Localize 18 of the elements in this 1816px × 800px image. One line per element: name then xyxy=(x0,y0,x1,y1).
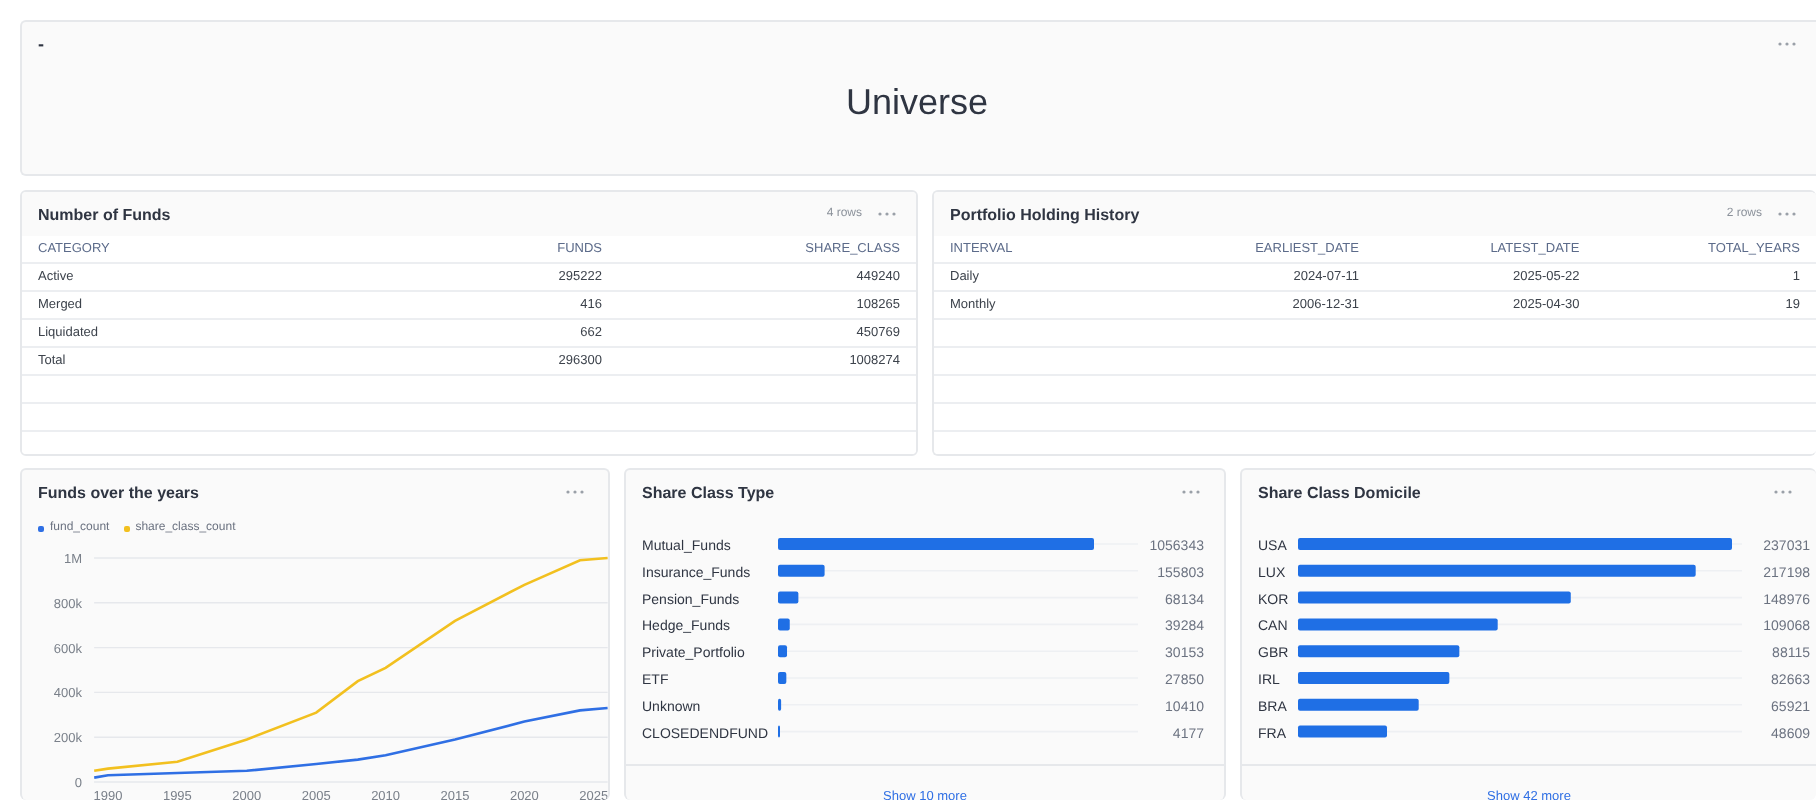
card-title: Share Class Domicile xyxy=(1258,483,1421,501)
card-title: Number of Funds xyxy=(38,205,171,223)
bar[interactable] xyxy=(1298,725,1387,738)
bar[interactable] xyxy=(1298,645,1460,658)
bar[interactable] xyxy=(778,591,799,604)
card-title: Share Class Type xyxy=(642,483,775,501)
bar[interactable] xyxy=(778,645,787,658)
header-label: - xyxy=(38,35,44,53)
bar[interactable] xyxy=(778,564,825,577)
bar[interactable] xyxy=(1298,564,1696,577)
bar[interactable] xyxy=(1298,591,1571,604)
dashboard-title: Universe xyxy=(843,82,991,124)
card-title: Funds over the years xyxy=(38,483,199,501)
bar[interactable] xyxy=(1298,618,1498,631)
bar[interactable] xyxy=(1298,698,1419,711)
bar[interactable] xyxy=(778,672,787,684)
card-title: Portfolio Holding History xyxy=(950,205,1140,223)
bar[interactable] xyxy=(778,618,790,631)
